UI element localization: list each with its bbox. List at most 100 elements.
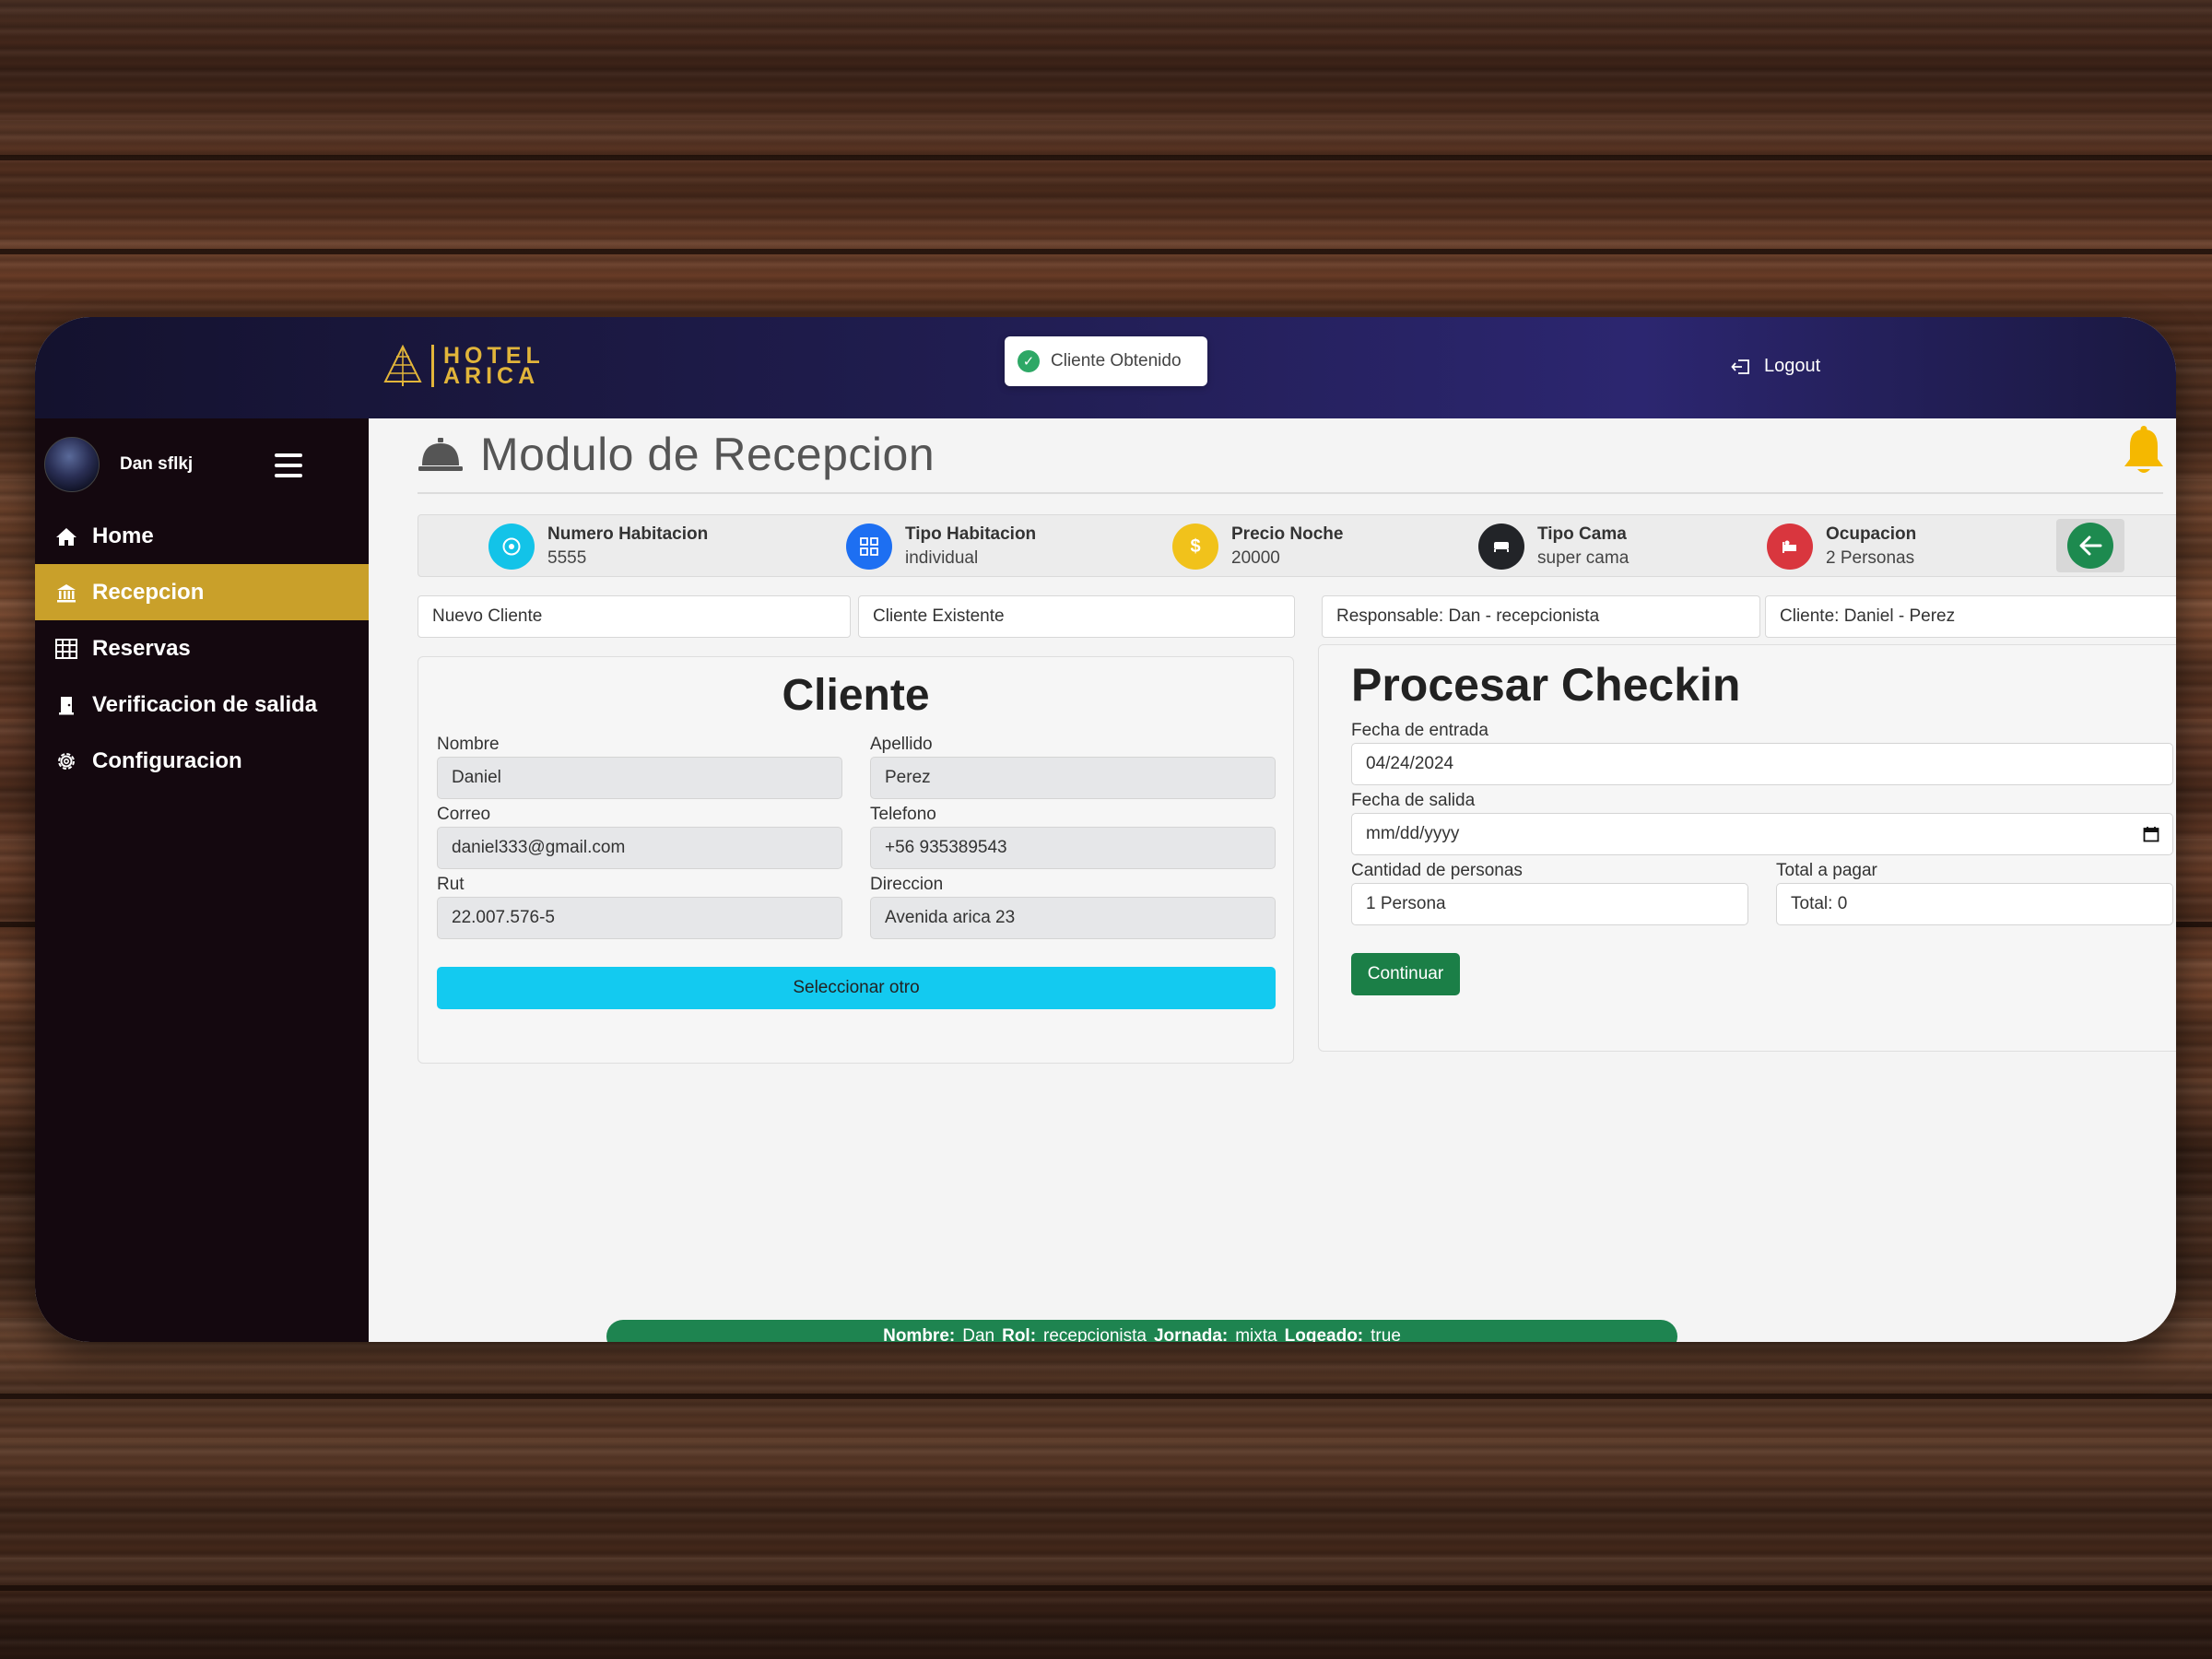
- top-navbar: HOTEL ARICA ✓ Cliente Obtenido Logout: [35, 317, 2176, 418]
- info-value: super cama: [1537, 548, 1630, 568]
- info-label: Tipo Habitacion: [905, 524, 1037, 544]
- apellido-field[interactable]: Perez: [870, 757, 1276, 799]
- cantidad-label: Cantidad de personas: [1351, 861, 1523, 880]
- select-other-button[interactable]: Seleccionar otro: [437, 967, 1276, 1009]
- correo-label: Correo: [437, 805, 491, 824]
- status-key-rol: Rol:: [1002, 1326, 1037, 1342]
- telefono-field[interactable]: +56 935389543: [870, 827, 1276, 869]
- calendar-icon[interactable]: [2143, 826, 2159, 842]
- wood-seam: [0, 155, 2212, 160]
- sidebar-item-label: Reservas: [92, 635, 191, 661]
- page-title: Modulo de Recepcion: [480, 429, 935, 480]
- check-circle-icon: ✓: [1018, 350, 1040, 372]
- sidebar-item-home[interactable]: Home: [35, 508, 369, 564]
- wood-seam: [0, 249, 2212, 254]
- sidebar-item-verificacion[interactable]: Verificacion de salida: [35, 677, 369, 733]
- sidebar-item-label: Configuracion: [92, 747, 242, 773]
- rut-field[interactable]: 22.007.576-5: [437, 897, 842, 939]
- wood-seam: [0, 1394, 2212, 1399]
- info-value: 2 Personas: [1826, 548, 1915, 568]
- door-icon: [53, 692, 79, 718]
- home-icon: [53, 524, 79, 549]
- fecha-salida-placeholder: mm/dd/yyyy: [1366, 824, 1460, 843]
- app-window: HOTEL ARICA ✓ Cliente Obtenido Logout Da…: [35, 317, 2176, 1342]
- grid-icon: [846, 524, 892, 570]
- table-icon: [53, 636, 79, 662]
- status-key-nombre: Nombre:: [883, 1326, 956, 1342]
- checkin-card: Procesar Checkin Fecha de entrada 04/24/…: [1318, 644, 2176, 1052]
- cliente-card-title: Cliente: [782, 671, 930, 720]
- dollar-icon: $: [1172, 524, 1218, 570]
- sidebar-item-configuracion[interactable]: Configuracion: [35, 733, 369, 789]
- sidebar-item-label: Verificacion de salida: [92, 691, 318, 717]
- bed-icon: [1478, 524, 1524, 570]
- wood-seam: [0, 1585, 2212, 1591]
- toast-message: Cliente Obtenido: [1051, 351, 1182, 371]
- avatar[interactable]: [44, 437, 100, 492]
- success-toast: ✓ Cliente Obtenido: [1005, 336, 1207, 386]
- fecha-salida-label: Fecha de salida: [1351, 791, 1476, 810]
- info-label: Tipo Cama: [1537, 524, 1627, 544]
- info-value: 5555: [547, 548, 587, 568]
- room-info-bar: Numero Habitacion 5555 Tipo Habitacion i…: [418, 514, 2176, 577]
- status-key-logeado: Logeado:: [1284, 1326, 1364, 1342]
- logout-button[interactable]: Logout: [1731, 356, 1820, 377]
- price-info: $ Precio Noche 20000: [1172, 524, 1343, 570]
- people-icon: [1767, 524, 1813, 570]
- info-label: Ocupacion: [1826, 524, 1917, 544]
- occupancy-info: Ocupacion 2 Personas: [1767, 524, 1916, 570]
- responsable-label: Responsable: Dan - recepcionista: [1322, 595, 1760, 638]
- apellido-label: Apellido: [870, 735, 933, 754]
- logo-line-2: ARICA: [443, 363, 540, 389]
- target-icon: [488, 524, 535, 570]
- hotel-logo[interactable]: HOTEL ARICA: [383, 345, 545, 389]
- status-val-logeado: true: [1371, 1326, 1401, 1342]
- sidebar-nav: Home Recepcion Reservas Verificacion de …: [35, 508, 369, 789]
- total-label: Total a pagar: [1776, 861, 1877, 880]
- tab-cliente-existente[interactable]: Cliente Existente: [858, 595, 1295, 638]
- back-button[interactable]: [2056, 519, 2124, 572]
- service-bell-icon: [418, 438, 463, 471]
- room-number-info: Numero Habitacion 5555: [488, 524, 708, 570]
- sidebar: Dan sflkj Home Recepcion Reservas Verifi…: [35, 418, 369, 1342]
- nombre-label: Nombre: [437, 735, 500, 754]
- logout-icon: [1731, 359, 1749, 374]
- telefono-label: Telefono: [870, 805, 936, 824]
- tab-nuevo-cliente[interactable]: Nuevo Cliente: [418, 595, 851, 638]
- title-divider: [418, 492, 2163, 494]
- logout-label: Logout: [1764, 356, 1821, 376]
- status-val-rol: recepcionista: [1043, 1326, 1147, 1342]
- notification-bell-icon[interactable]: [2121, 426, 2167, 477]
- logo-divider: [431, 345, 434, 387]
- info-value: 20000: [1231, 548, 1280, 568]
- continue-button[interactable]: Continuar: [1351, 953, 1460, 995]
- checkin-card-title: Procesar Checkin: [1351, 659, 1741, 711]
- direccion-label: Direccion: [870, 875, 944, 894]
- sidebar-item-label: Recepcion: [92, 579, 205, 605]
- info-label: Numero Habitacion: [547, 524, 709, 544]
- arrow-left-icon: [2067, 523, 2113, 569]
- status-key-jornada: Jornada:: [1153, 1326, 1229, 1342]
- room-type-info: Tipo Habitacion individual: [846, 524, 1036, 570]
- fecha-entrada-input[interactable]: 04/24/2024: [1351, 743, 2173, 785]
- logo-text: HOTEL ARICA: [443, 345, 545, 389]
- nombre-field[interactable]: Daniel: [437, 757, 842, 799]
- cliente-label: Cliente: Daniel - Perez: [1765, 595, 2176, 638]
- correo-field[interactable]: daniel333@gmail.com: [437, 827, 842, 869]
- cantidad-input[interactable]: 1 Persona: [1351, 883, 1748, 925]
- status-val-jornada: mixta: [1235, 1326, 1277, 1342]
- info-label: Precio Noche: [1231, 524, 1344, 544]
- sidebar-item-label: Home: [92, 523, 154, 548]
- fecha-salida-input[interactable]: mm/dd/yyyy: [1351, 813, 2173, 855]
- fecha-entrada-label: Fecha de entrada: [1351, 721, 1488, 740]
- direccion-field[interactable]: Avenida arica 23: [870, 897, 1276, 939]
- pinecone-logo-icon: [383, 345, 422, 386]
- bed-type-info: Tipo Cama super cama: [1478, 524, 1629, 570]
- main-content: Modulo de Recepcion Numero Habitacion 55…: [369, 418, 2176, 1342]
- page-header: Modulo de Recepcion: [418, 428, 935, 481]
- sidebar-item-reservas[interactable]: Reservas: [35, 620, 369, 677]
- sidebar-item-recepcion[interactable]: Recepcion: [35, 564, 369, 620]
- info-value: individual: [905, 548, 979, 568]
- hamburger-menu-icon[interactable]: [275, 453, 302, 477]
- total-input[interactable]: Total: 0: [1776, 883, 2173, 925]
